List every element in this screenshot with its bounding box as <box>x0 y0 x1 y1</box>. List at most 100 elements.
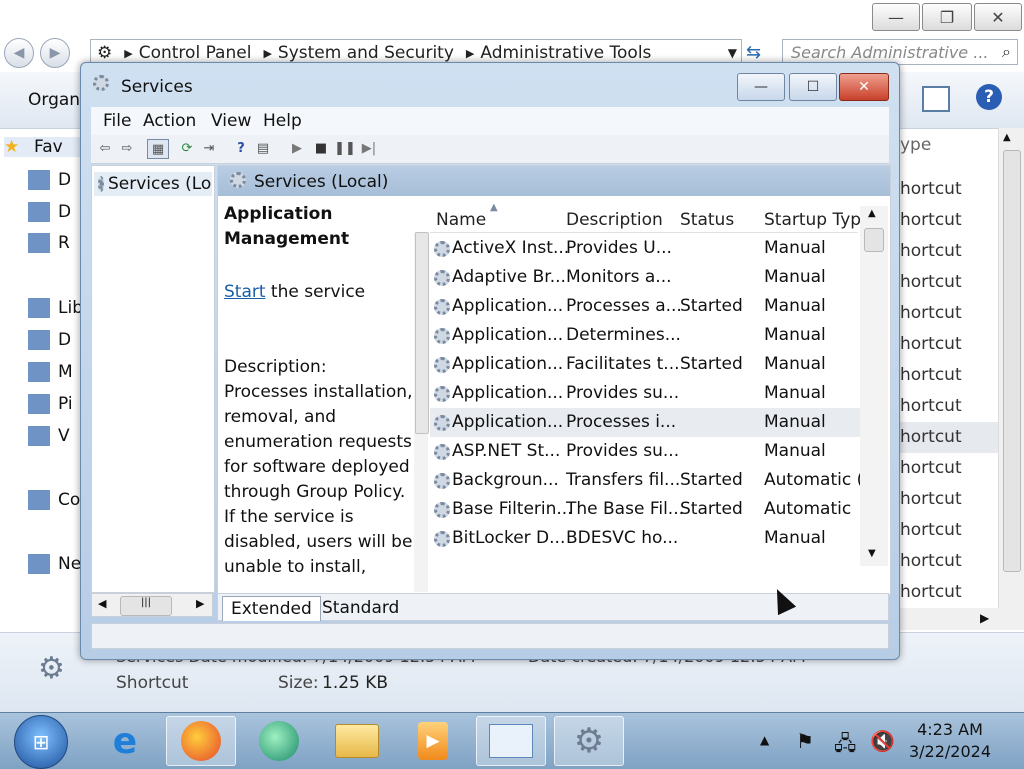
explorer-nav-item[interactable]: Lib <box>28 298 83 318</box>
pause-service-icon[interactable]: ❚❚ <box>334 139 356 157</box>
service-row[interactable]: Adaptive Br... Monitors a... Manual <box>430 263 860 292</box>
explorer-file-row-type[interactable]: hortcut <box>900 422 998 453</box>
network-icon[interactable]: 🖧 <box>834 729 856 763</box>
explorer-file-row-type[interactable]: hortcut <box>900 329 998 360</box>
explorer-close-button[interactable]: ✕ <box>974 3 1022 31</box>
console-tree-icon[interactable]: ▦ <box>147 139 169 159</box>
explorer-nav-item[interactable]: D <box>28 170 71 190</box>
scroll-up-icon[interactable]: ▲ <box>1003 132 1011 143</box>
column-type-header[interactable]: ype <box>900 130 998 161</box>
services-taskbar-icon[interactable]: ⚙ <box>554 716 624 766</box>
explorer-file-row-type[interactable]: hortcut <box>900 205 998 236</box>
explorer-file-row-type[interactable]: hortcut <box>900 360 998 391</box>
file-explorer-icon[interactable] <box>322 716 392 766</box>
explorer-restore-button[interactable]: ❐ <box>922 3 972 31</box>
scroll-right-icon[interactable]: ▶ <box>196 597 204 610</box>
services-minimize-button[interactable]: — <box>737 73 785 101</box>
properties-icon[interactable]: ▤ <box>253 139 273 157</box>
explorer-file-row-type[interactable]: hortcut <box>900 453 998 484</box>
scroll-thumb[interactable] <box>1003 150 1021 572</box>
forward-arrow-icon[interactable]: ⇨ <box>117 139 137 157</box>
explorer-file-row-type[interactable]: hortcut <box>900 577 998 608</box>
refresh-icon[interactable]: ⇆ <box>746 42 761 63</box>
explorer-file-row-type[interactable]: hortcut <box>900 236 998 267</box>
menu-view[interactable]: View <box>211 111 251 131</box>
explorer-nav-item[interactable]: V <box>28 426 70 446</box>
explorer-nav-item[interactable]: ★ Fav <box>4 137 82 157</box>
service-row[interactable]: Application... Processes a... Started Manua… <box>430 292 860 321</box>
scroll-left-icon[interactable]: ◀ <box>98 597 106 610</box>
explorer-file-row-type[interactable]: hortcut <box>900 484 998 515</box>
tab-extended[interactable]: Extended <box>222 596 321 621</box>
tree-item-services-local[interactable]: Services (Loc <box>94 172 212 196</box>
back-arrow-icon[interactable]: ⇦ <box>95 139 115 157</box>
service-row[interactable]: ASP.NET St... Provides su... Manual <box>430 437 860 466</box>
service-row[interactable]: Application... Determines... Manual <box>430 321 860 350</box>
explorer-nav-item[interactable]: Co <box>28 490 80 510</box>
description-scrollbar[interactable] <box>414 232 429 592</box>
menu-help[interactable]: Help <box>263 111 302 131</box>
explorer-file-row-type[interactable]: hortcut <box>900 298 998 329</box>
explorer-file-row-type[interactable]: hortcut <box>900 391 998 422</box>
internet-explorer-icon[interactable]: e <box>90 716 160 766</box>
explorer-nav-item[interactable]: Pi <box>28 394 73 414</box>
explorer-vertical-scrollbar[interactable]: ▲ <box>998 128 1024 608</box>
service-row[interactable]: Base Filterin... The Base Fil... Started Au… <box>430 495 860 524</box>
service-row[interactable]: BitLocker D... BDESVC ho... Manual <box>430 524 860 553</box>
explorer-nav-item[interactable]: Ne <box>28 554 81 574</box>
address-dropdown-icon[interactable]: ▼ <box>728 46 737 60</box>
column-description[interactable]: Description <box>566 210 663 230</box>
explorer-nav-item[interactable]: R <box>28 233 70 253</box>
start-service-icon[interactable]: ▶ <box>287 139 307 157</box>
restart-service-icon[interactable]: ▶| <box>359 139 379 157</box>
explorer-nav-item[interactable]: M <box>28 362 73 382</box>
refresh-icon[interactable]: ⟳ <box>177 139 197 157</box>
start-service-link[interactable]: Start <box>224 282 266 302</box>
explorer-file-row-type[interactable]: hortcut <box>900 546 998 577</box>
control-panel-taskbar-icon[interactable] <box>476 716 546 766</box>
tab-standard[interactable]: Standard <box>314 596 407 620</box>
column-name[interactable]: Name <box>436 210 486 230</box>
explorer-file-row-type[interactable]: hortcut <box>900 267 998 298</box>
menu-file[interactable]: File <box>103 111 131 131</box>
action-center-flag-icon[interactable]: ⚑ <box>796 729 814 753</box>
start-button[interactable]: ⊞ <box>14 715 68 769</box>
stop-service-icon[interactable]: ■ <box>311 139 331 157</box>
breadcrumb-admin-tools[interactable]: Administrative Tools <box>480 43 651 63</box>
forward-button[interactable]: ▶ <box>40 38 70 68</box>
app-green-icon[interactable] <box>244 716 314 766</box>
explorer-minimize-button[interactable]: — <box>872 3 920 31</box>
service-row[interactable]: Application... Processes i... Manual <box>430 408 860 437</box>
menu-action[interactable]: Action <box>143 111 196 131</box>
service-row[interactable]: ActiveX Inst... Provides U... Manual <box>430 234 860 263</box>
properties-help-icon[interactable]: ? <box>231 139 251 157</box>
explorer-file-row-type[interactable]: hortcut <box>900 515 998 546</box>
list-vertical-scrollbar[interactable]: ▲ ▼ <box>860 206 888 566</box>
explorer-file-row-type[interactable]: hortcut <box>900 174 998 205</box>
explorer-horizontal-scrollbar[interactable]: ▶ <box>900 608 1024 630</box>
scroll-up-icon[interactable]: ▲ <box>868 208 876 219</box>
help-icon[interactable]: ? <box>976 84 1002 110</box>
taskbar-clock[interactable]: 4:23 AM 3/22/2024 <box>900 719 1000 763</box>
explorer-nav-item[interactable]: D <box>28 330 71 350</box>
export-list-icon[interactable]: ⇥ <box>199 139 219 157</box>
media-player-icon[interactable]: ▶ <box>398 716 468 766</box>
scroll-thumb[interactable] <box>415 232 429 434</box>
show-hidden-icons-icon[interactable]: ▲ <box>760 733 769 747</box>
column-startup-type[interactable]: Startup Type <box>764 210 872 230</box>
services-close-button[interactable]: ✕ <box>839 73 889 101</box>
volume-muted-icon[interactable]: 🔇 <box>870 729 895 753</box>
service-row[interactable]: Backgroun... Transfers fil... Started Autom… <box>430 466 879 495</box>
service-row[interactable]: Application... Facilitates t... Started Man… <box>430 350 860 379</box>
scroll-thumb[interactable] <box>864 228 884 252</box>
breadcrumb-system-security[interactable]: System and Security <box>278 43 454 63</box>
services-maximize-button[interactable]: ☐ <box>789 73 837 101</box>
service-row[interactable]: Application... Provides su... Manual <box>430 379 860 408</box>
column-status[interactable]: Status <box>680 210 734 230</box>
preview-pane-icon[interactable] <box>922 86 950 112</box>
scroll-down-icon[interactable]: ▼ <box>868 548 876 559</box>
explorer-nav-item[interactable]: D <box>28 202 71 222</box>
scroll-right-icon[interactable]: ▶ <box>980 611 989 625</box>
breadcrumb-control-panel[interactable]: Control Panel <box>139 43 252 63</box>
scroll-thumb[interactable]: ||| <box>120 596 172 616</box>
